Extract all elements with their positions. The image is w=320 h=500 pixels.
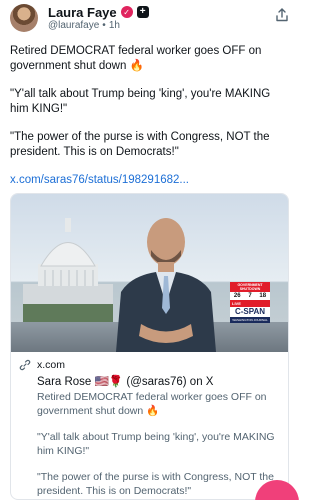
heart-check-icon: ✓ bbox=[120, 6, 133, 18]
card-source: x.com bbox=[37, 359, 66, 371]
card-desc-line: "The power of the purse is with Congress… bbox=[37, 471, 274, 497]
panel-top-label: GOVERNMENT SHUTDOWN bbox=[230, 282, 270, 292]
panel-numbers: 26 7 18 bbox=[230, 292, 270, 300]
panel-number: 26 bbox=[233, 293, 241, 299]
meta-separator: • bbox=[102, 20, 106, 31]
link-icon bbox=[19, 359, 31, 371]
panel-number: 18 bbox=[259, 293, 267, 299]
author-handle[interactable]: @laurafaye bbox=[48, 20, 99, 31]
card-body: x.com Sara Rose 🇺🇸🌹 (@saras76) on X Reti… bbox=[19, 358, 281, 499]
card-source-row: x.com bbox=[19, 358, 281, 372]
post-link[interactable]: x.com/saras76/status/198291682... bbox=[10, 173, 289, 188]
post-time[interactable]: 1h bbox=[109, 20, 120, 31]
cspan-logo: C-SPAN bbox=[230, 307, 270, 317]
post-text: Retired DEMOCRAT federal worker goes OFF… bbox=[10, 44, 289, 201]
preview-thumbnail[interactable]: GOVERNMENT SHUTDOWN 26 7 18 LIVE C-SPAN … bbox=[11, 194, 288, 352]
panel-number: 7 bbox=[248, 293, 252, 299]
live-badge: LIVE bbox=[230, 300, 270, 307]
card-desc-line: Retired DEMOCRAT federal worker goes OFF… bbox=[37, 391, 267, 417]
link-preview-card[interactable]: GOVERNMENT SHUTDOWN 26 7 18 LIVE C-SPAN … bbox=[10, 193, 289, 500]
post-line: "The power of the purse is with Congress… bbox=[10, 131, 270, 158]
post-line: Retired DEMOCRAT federal worker goes OFF… bbox=[10, 45, 262, 72]
avatar[interactable] bbox=[10, 4, 38, 32]
card-description: Retired DEMOCRAT federal worker goes OFF… bbox=[37, 390, 281, 498]
card-title[interactable]: Sara Rose 🇺🇸🌹 (@saras76) on X bbox=[37, 374, 281, 388]
post: Laura Faye ✓ + @laurafaye • 1h Retired D… bbox=[0, 0, 299, 500]
cspan-subtitle: WASHINGTON JOURNAL bbox=[230, 317, 270, 323]
name-row: Laura Faye ✓ + bbox=[48, 4, 149, 20]
capitol-dome-image bbox=[23, 218, 113, 324]
post-header: Laura Faye ✓ + @laurafaye • 1h bbox=[10, 4, 289, 34]
card-desc-line: "Y'all talk about Trump being 'king', yo… bbox=[37, 431, 275, 457]
post-line: "Y'all talk about Trump being 'king', yo… bbox=[10, 88, 271, 115]
share-icon[interactable] bbox=[275, 8, 289, 22]
plus-badge: + bbox=[136, 6, 149, 18]
speaker-image bbox=[116, 218, 216, 352]
cspan-logo-panel: GOVERNMENT SHUTDOWN 26 7 18 LIVE C-SPAN … bbox=[230, 282, 270, 338]
author-name[interactable]: Laura Faye bbox=[48, 5, 117, 20]
meta-row: @laurafaye • 1h bbox=[48, 20, 120, 31]
